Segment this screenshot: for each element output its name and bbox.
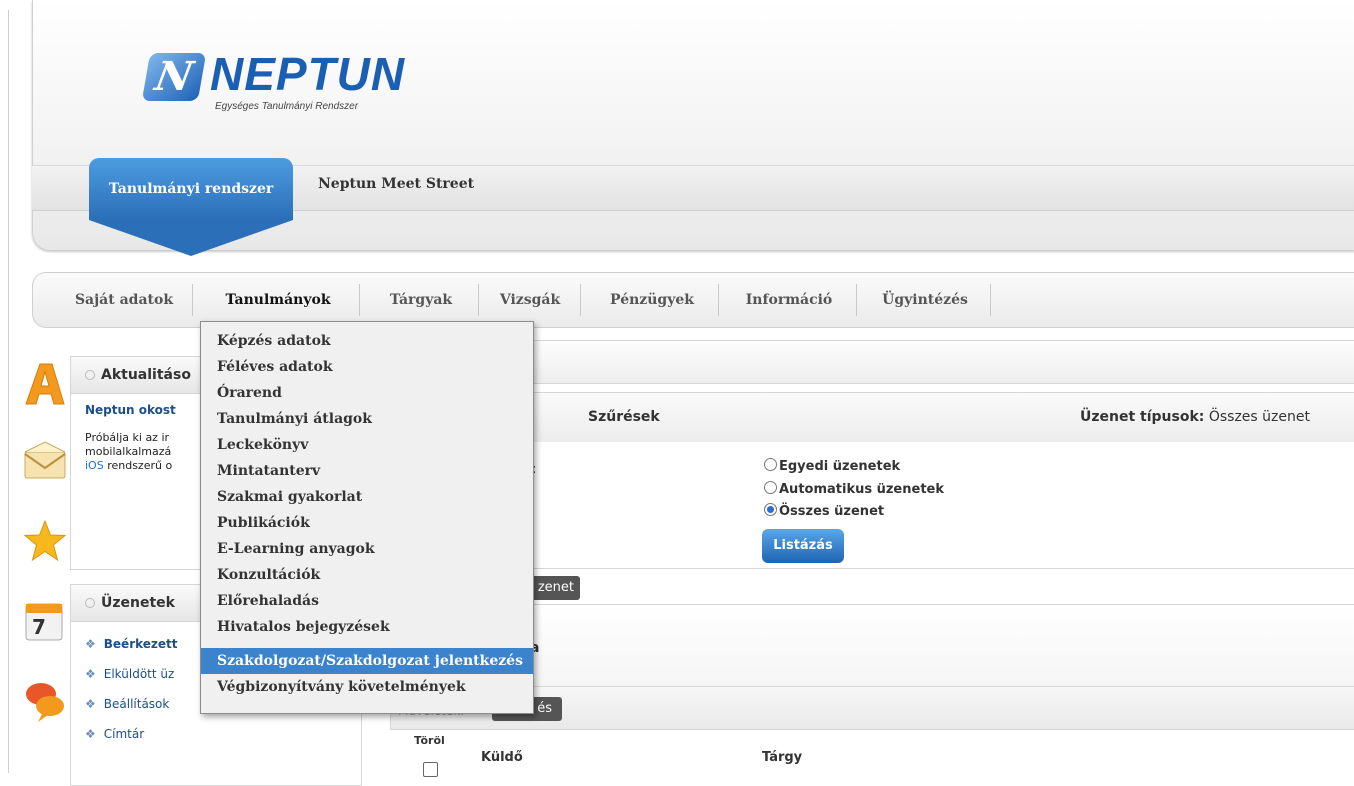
radio-label: Összes üzenet	[779, 504, 885, 519]
radio-button[interactable]	[764, 481, 777, 494]
menu-item-elorehaladas[interactable]: Előrehaladás	[201, 588, 533, 614]
nav-penzugyek[interactable]: Pénzügyek	[590, 272, 714, 326]
msg-item-label: Elküldött üz	[103, 667, 175, 681]
news-item-text: Próbálja ki az ir mobilalkalmazá iOS ren…	[85, 431, 172, 473]
menu-item-e-learning-anyagok[interactable]: E-Learning anyagok	[201, 536, 533, 562]
select-all-checkbox[interactable]	[423, 762, 438, 777]
nav-separator	[580, 284, 581, 316]
nav-separator	[192, 284, 193, 316]
arrow-icon: ❖	[85, 697, 96, 711]
menu-item-mintatanterv[interactable]: Mintatanterv	[201, 458, 533, 484]
message-type-value: Összes üzenet	[1208, 409, 1310, 425]
radio-button-selected[interactable]	[764, 503, 777, 516]
messages-inbox-link[interactable]: ❖ Beérkezett	[85, 637, 178, 651]
radio-button[interactable]	[764, 458, 777, 471]
nav-tanulmanyok[interactable]: Tanulmányok	[202, 272, 354, 326]
menu-item-szakdolgozat-jelentkezes[interactable]: Szakdolgozat/Szakdolgozat jelentkezés	[201, 648, 533, 674]
sender-column-header[interactable]: Küldő	[481, 750, 523, 765]
nav-ugyintezes[interactable]: Ügyintézés	[866, 272, 984, 326]
logo-text: NEPTUN	[210, 48, 406, 100]
neptun-logo[interactable]: N NEPTUN Egységes Tanulmányi Rendszer	[141, 48, 426, 112]
nav-separator	[856, 284, 857, 316]
messages-sent-link[interactable]: ❖ Elküldött üz	[85, 667, 174, 681]
chat-bubbles-icon[interactable]	[22, 678, 68, 724]
ios-link[interactable]: iOS	[85, 459, 104, 472]
collapse-dot-icon[interactable]	[85, 598, 95, 608]
collapse-dot-icon[interactable]	[85, 370, 95, 380]
nav-separator	[478, 284, 479, 316]
msg-item-label: Beállítások	[103, 697, 170, 711]
list-button[interactable]: Listázás	[762, 529, 844, 563]
messages-settings-link[interactable]: ❖ Beállítások	[85, 697, 169, 711]
radio-automatikus-uzenetek[interactable]: Automatikus üzenetek	[764, 481, 944, 497]
menu-item-publikaciok[interactable]: Publikációk	[201, 510, 533, 536]
menu-item-kepzes-adatok[interactable]: Képzés adatok	[201, 328, 533, 354]
arrow-icon: ❖	[85, 727, 96, 741]
radio-label: Automatikus üzenetek	[779, 482, 945, 497]
star-icon[interactable]	[22, 518, 68, 564]
nav-targyak[interactable]: Tárgyak	[368, 272, 474, 326]
news-item-title[interactable]: Neptun okost	[85, 403, 176, 417]
menu-item-feleves-adatok[interactable]: Féléves adatok	[201, 354, 533, 380]
menu-item-orarend[interactable]: Órarend	[201, 380, 533, 406]
nav-separator	[990, 284, 991, 316]
filter-title: Szűrések	[588, 409, 660, 425]
tab-neptun-meet-street[interactable]: Neptun Meet Street	[318, 176, 474, 192]
menu-item-leckekonyv[interactable]: Leckekönyv	[201, 432, 533, 458]
news-text-line: iOS rendszerű o	[85, 459, 172, 473]
nav-sajat-adatok[interactable]: Saját adatok	[60, 272, 188, 326]
logo-subtitle: Egységes Tanulmányi Rendszer	[215, 101, 359, 112]
messages-directory-link[interactable]: ❖ Címtár	[85, 727, 144, 741]
tanulmanyok-dropdown-menu: Képzés adatok Féléves adatok Órarend Tan…	[200, 321, 534, 714]
radio-egyedi-uzenetek[interactable]: Egyedi üzenetek	[764, 458, 900, 474]
msg-item-label: Címtár	[103, 727, 145, 741]
logo-n-icon: N	[141, 53, 207, 101]
nav-vizsgak[interactable]: Vizsgák	[484, 272, 576, 326]
left-border-line	[8, 10, 9, 773]
tab-pointer	[89, 220, 293, 256]
message-type-label: Üzenet típusok:	[1080, 409, 1205, 425]
msg-item-label: Beérkezett	[103, 637, 178, 651]
news-text-line: Próbálja ki az ir	[85, 431, 170, 444]
menu-item-konzultaciok[interactable]: Konzultációk	[201, 562, 533, 588]
envelope-icon[interactable]	[22, 438, 68, 484]
news-text-fragment: rendszerű o	[107, 459, 173, 472]
radio-osszes-uzenet[interactable]: Összes üzenet	[764, 503, 884, 519]
menu-item-hivatalos-bejegyzesek[interactable]: Hivatalos bejegyzések	[201, 614, 533, 640]
news-panel-title: Aktualitáso	[101, 367, 191, 383]
nav-informacio[interactable]: Információ	[728, 272, 850, 326]
arrow-icon: ❖	[85, 667, 96, 681]
svg-text:7: 7	[32, 615, 46, 639]
messages-panel-title: Üzenetek	[101, 595, 175, 611]
nav-separator	[718, 284, 719, 316]
menu-item-vegbizonyitvany-kovetelmenyek[interactable]: Végbizonyítvány követelmények	[201, 674, 533, 700]
delete-column-header: Töröl	[414, 734, 445, 747]
arrow-icon: ❖	[85, 637, 96, 651]
radio-label: Egyedi üzenetek	[779, 459, 901, 474]
news-text-line: mobilalkalmazá	[85, 445, 172, 458]
nav-separator	[359, 284, 360, 316]
letter-a-icon[interactable]	[22, 360, 68, 406]
message-type-summary: Üzenet típusok: Összes üzenet	[1080, 409, 1310, 425]
subject-column-header[interactable]: Tárgy	[762, 750, 802, 765]
menu-item-tanulmanyi-atlagok[interactable]: Tanulmányi átlagok	[201, 406, 533, 432]
tab-tanulmanyi-rendszer[interactable]: Tanulmányi rendszer	[89, 158, 293, 220]
menu-item-szakmai-gyakorlat[interactable]: Szakmai gyakorlat	[201, 484, 533, 510]
calendar-icon[interactable]: 7	[22, 598, 68, 644]
